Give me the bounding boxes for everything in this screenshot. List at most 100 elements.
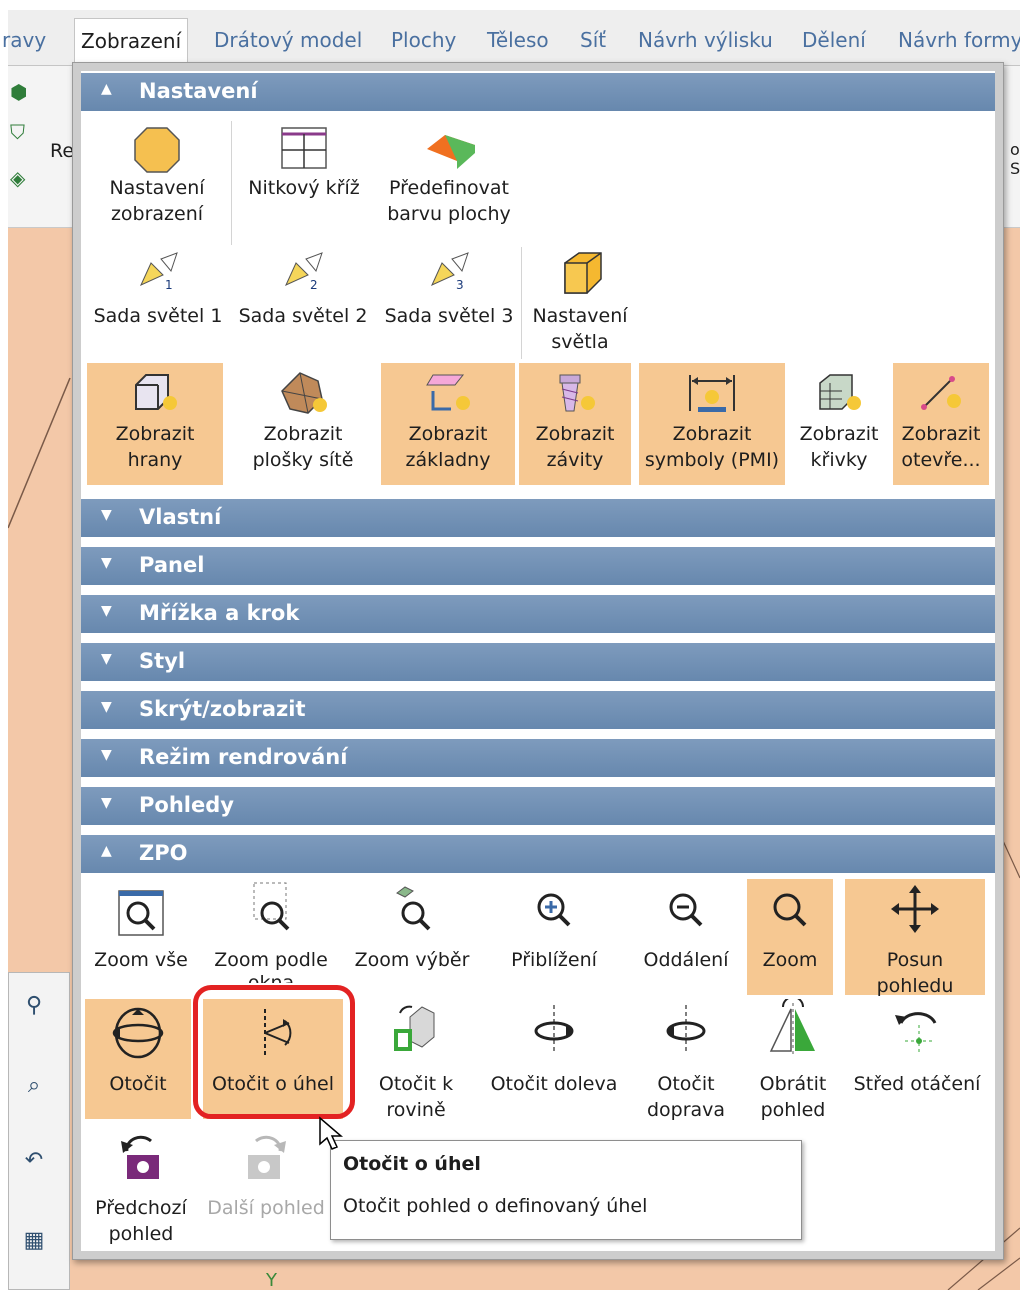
rotate-to-plane-icon	[357, 999, 475, 1071]
button-nitkovy-kriz[interactable]: Nitkový kříž	[237, 125, 371, 201]
button-zoom-vse[interactable]: Zoom vše	[85, 879, 197, 973]
show-open-icon	[893, 371, 989, 421]
zoom-window-icon	[203, 879, 339, 947]
section-body-nastaveni: Nastavení zobrazení Nitkový kříž Předefi…	[81, 111, 995, 485]
toggle-zobrazit-krivky[interactable]: Zobrazit křivky	[791, 363, 887, 485]
section-header-panel[interactable]: ▼ Panel	[81, 547, 995, 585]
tab-deleni[interactable]: Dělení	[802, 18, 866, 66]
tab-zobrazeni[interactable]: Zobrazení	[74, 18, 189, 66]
tab-upravy[interactable]: ravy	[2, 18, 46, 66]
light-set-3-icon: 3	[377, 249, 521, 303]
button-priblizeni[interactable]: Přiblížení	[491, 879, 617, 973]
part-icon: ⬢	[10, 80, 28, 104]
button-otocit-doprava[interactable]: Otočit doprava	[637, 999, 735, 1123]
button-otocit-doleva[interactable]: Otočit doleva	[479, 999, 629, 1097]
crosshair-icon	[237, 125, 371, 175]
cube-view-icon[interactable]: ▦	[19, 1228, 49, 1258]
show-curves-icon	[791, 371, 887, 421]
button-sada-svetel-2[interactable]: 2 Sada světel 2	[233, 249, 373, 329]
mouse-cursor-icon	[319, 1116, 344, 1150]
face-color-icon	[377, 125, 521, 175]
section-header-pohledy[interactable]: ▼ Pohledy	[81, 787, 995, 825]
expand-icon: ▼	[101, 603, 112, 619]
section-header-vlastni[interactable]: ▼ Vlastní	[81, 499, 995, 537]
section-header-styl[interactable]: ▼ Styl	[81, 643, 995, 681]
toolbar-right-label: ov S	[1010, 140, 1020, 178]
button-predefinovat-barvu[interactable]: Předefinovat barvu plochy	[377, 125, 521, 227]
rotate-right-icon	[637, 999, 735, 1071]
rotation-center-icon	[845, 999, 989, 1071]
expand-icon: ▼	[101, 555, 112, 571]
zoom-in-icon	[491, 879, 617, 947]
button-otocit-k-rovine[interactable]: Otočit k rovině	[357, 999, 475, 1123]
svg-text:2: 2	[310, 278, 318, 292]
button-zoom[interactable]: Zoom	[747, 879, 833, 995]
side-toolbar: ⚲ ⌕ ↶ ▦	[8, 972, 70, 1290]
octagon-icon	[91, 125, 223, 175]
previous-view-icon	[83, 1125, 199, 1195]
button-dalsi-pohled[interactable]: Další pohled	[203, 1125, 329, 1221]
collapse-icon: ▲	[101, 81, 112, 97]
toggle-zobrazit-zavity[interactable]: Zobrazit závity	[519, 363, 631, 485]
button-sada-svetel-1[interactable]: 1 Sada světel 1	[87, 249, 229, 329]
svg-text:Y: Y	[265, 1270, 278, 1290]
button-oddaleni[interactable]: Oddálení	[631, 879, 741, 973]
toggle-zobrazit-plosky-site[interactable]: Zobrazit plošky sítě	[231, 363, 375, 485]
tab-plochy[interactable]: Plochy	[391, 18, 456, 66]
tab-sit[interactable]: Síť	[580, 18, 606, 66]
button-stred-otaceni[interactable]: Střed otáčení	[845, 999, 989, 1097]
show-edges-icon	[87, 371, 223, 421]
toggle-zobrazit-otevrene[interactable]: Zobrazit otevře...	[893, 363, 989, 485]
light-icon[interactable]: ⚲	[19, 993, 49, 1023]
zoom-icon	[747, 879, 833, 947]
button-nastaveni-zobrazeni[interactable]: Nastavení zobrazení	[91, 125, 223, 227]
section-header-zpo[interactable]: ▲ ZPO	[81, 835, 995, 873]
tab-teleso[interactable]: Těleso	[487, 18, 549, 66]
toolbar-label: Re	[50, 140, 75, 162]
pan-icon	[845, 879, 985, 947]
zoom-out-icon	[631, 879, 741, 947]
expand-icon: ▼	[101, 699, 112, 715]
rotate-icon	[85, 1003, 191, 1071]
button-zoom-podle-okna[interactable]: Zoom podle okna	[203, 879, 339, 983]
show-mesh-icon	[231, 371, 375, 421]
button-sada-svetel-3[interactable]: 3 Sada světel 3	[377, 249, 521, 329]
section-header-skryt-zobrazit[interactable]: ▼ Skrýt/zobrazit	[81, 691, 995, 729]
zoom-all-icon	[85, 879, 197, 947]
group-divider	[521, 247, 522, 359]
collapse-icon: ▲	[101, 843, 112, 859]
button-zoom-vyber[interactable]: Zoom výběr	[347, 879, 477, 973]
filter-icon: ⛉	[10, 120, 25, 144]
zoom-select-icon[interactable]: ⌕	[19, 1073, 49, 1103]
button-predchozi-pohled[interactable]: Předchozí pohled	[83, 1125, 199, 1247]
button-posun-pohledu[interactable]: Posun pohledu	[845, 879, 985, 997]
expand-icon: ▼	[101, 747, 112, 763]
ribbon-tabbar: ravy Zobrazení Drátový model Plochy Těle…	[2, 10, 1020, 66]
toggle-zobrazit-symboly-pmi[interactable]: Zobrazit symboly (PMI)	[639, 363, 785, 485]
rotate-left-icon	[479, 999, 629, 1071]
toggle-zobrazit-hrany[interactable]: Zobrazit hrany	[87, 363, 223, 485]
svg-text:3: 3	[456, 278, 464, 292]
tooltip-description: Otočit pohled o definovaný úhel	[343, 1195, 648, 1217]
expand-icon: ▼	[101, 795, 112, 811]
section-header-nastaveni[interactable]: ▲ Nastavení	[81, 73, 995, 111]
section-header-rezim-rendrovani[interactable]: ▼ Režim rendrování	[81, 739, 995, 777]
toggle-zobrazit-zakladny[interactable]: Zobrazit základny	[381, 363, 515, 485]
tab-navrh-formy[interactable]: Návrh formy	[898, 18, 1020, 66]
button-otocit[interactable]: Otočit	[85, 999, 191, 1119]
light-set-2-icon: 2	[233, 249, 373, 303]
tab-navrh-vylisku[interactable]: Návrh výlisku	[638, 18, 773, 66]
zoom-selection-icon	[347, 879, 477, 947]
flip-view-icon	[745, 999, 841, 1071]
button-nastaveni-svetla[interactable]: Nastavení světla	[525, 249, 635, 355]
rotate-view-icon[interactable]: ↶	[19, 1148, 49, 1178]
solid-icon: ◈	[10, 166, 26, 190]
tab-dratovy-model[interactable]: Drátový model	[214, 18, 362, 66]
button-obratit-pohled[interactable]: Obrátit pohled	[745, 999, 841, 1123]
expand-icon: ▼	[101, 507, 112, 523]
section-header-mrizka[interactable]: ▼ Mřížka a krok	[81, 595, 995, 633]
light-set-1-icon: 1	[87, 249, 229, 303]
svg-text:1: 1	[165, 278, 173, 292]
show-threads-icon	[519, 371, 631, 421]
expand-icon: ▼	[101, 651, 112, 667]
